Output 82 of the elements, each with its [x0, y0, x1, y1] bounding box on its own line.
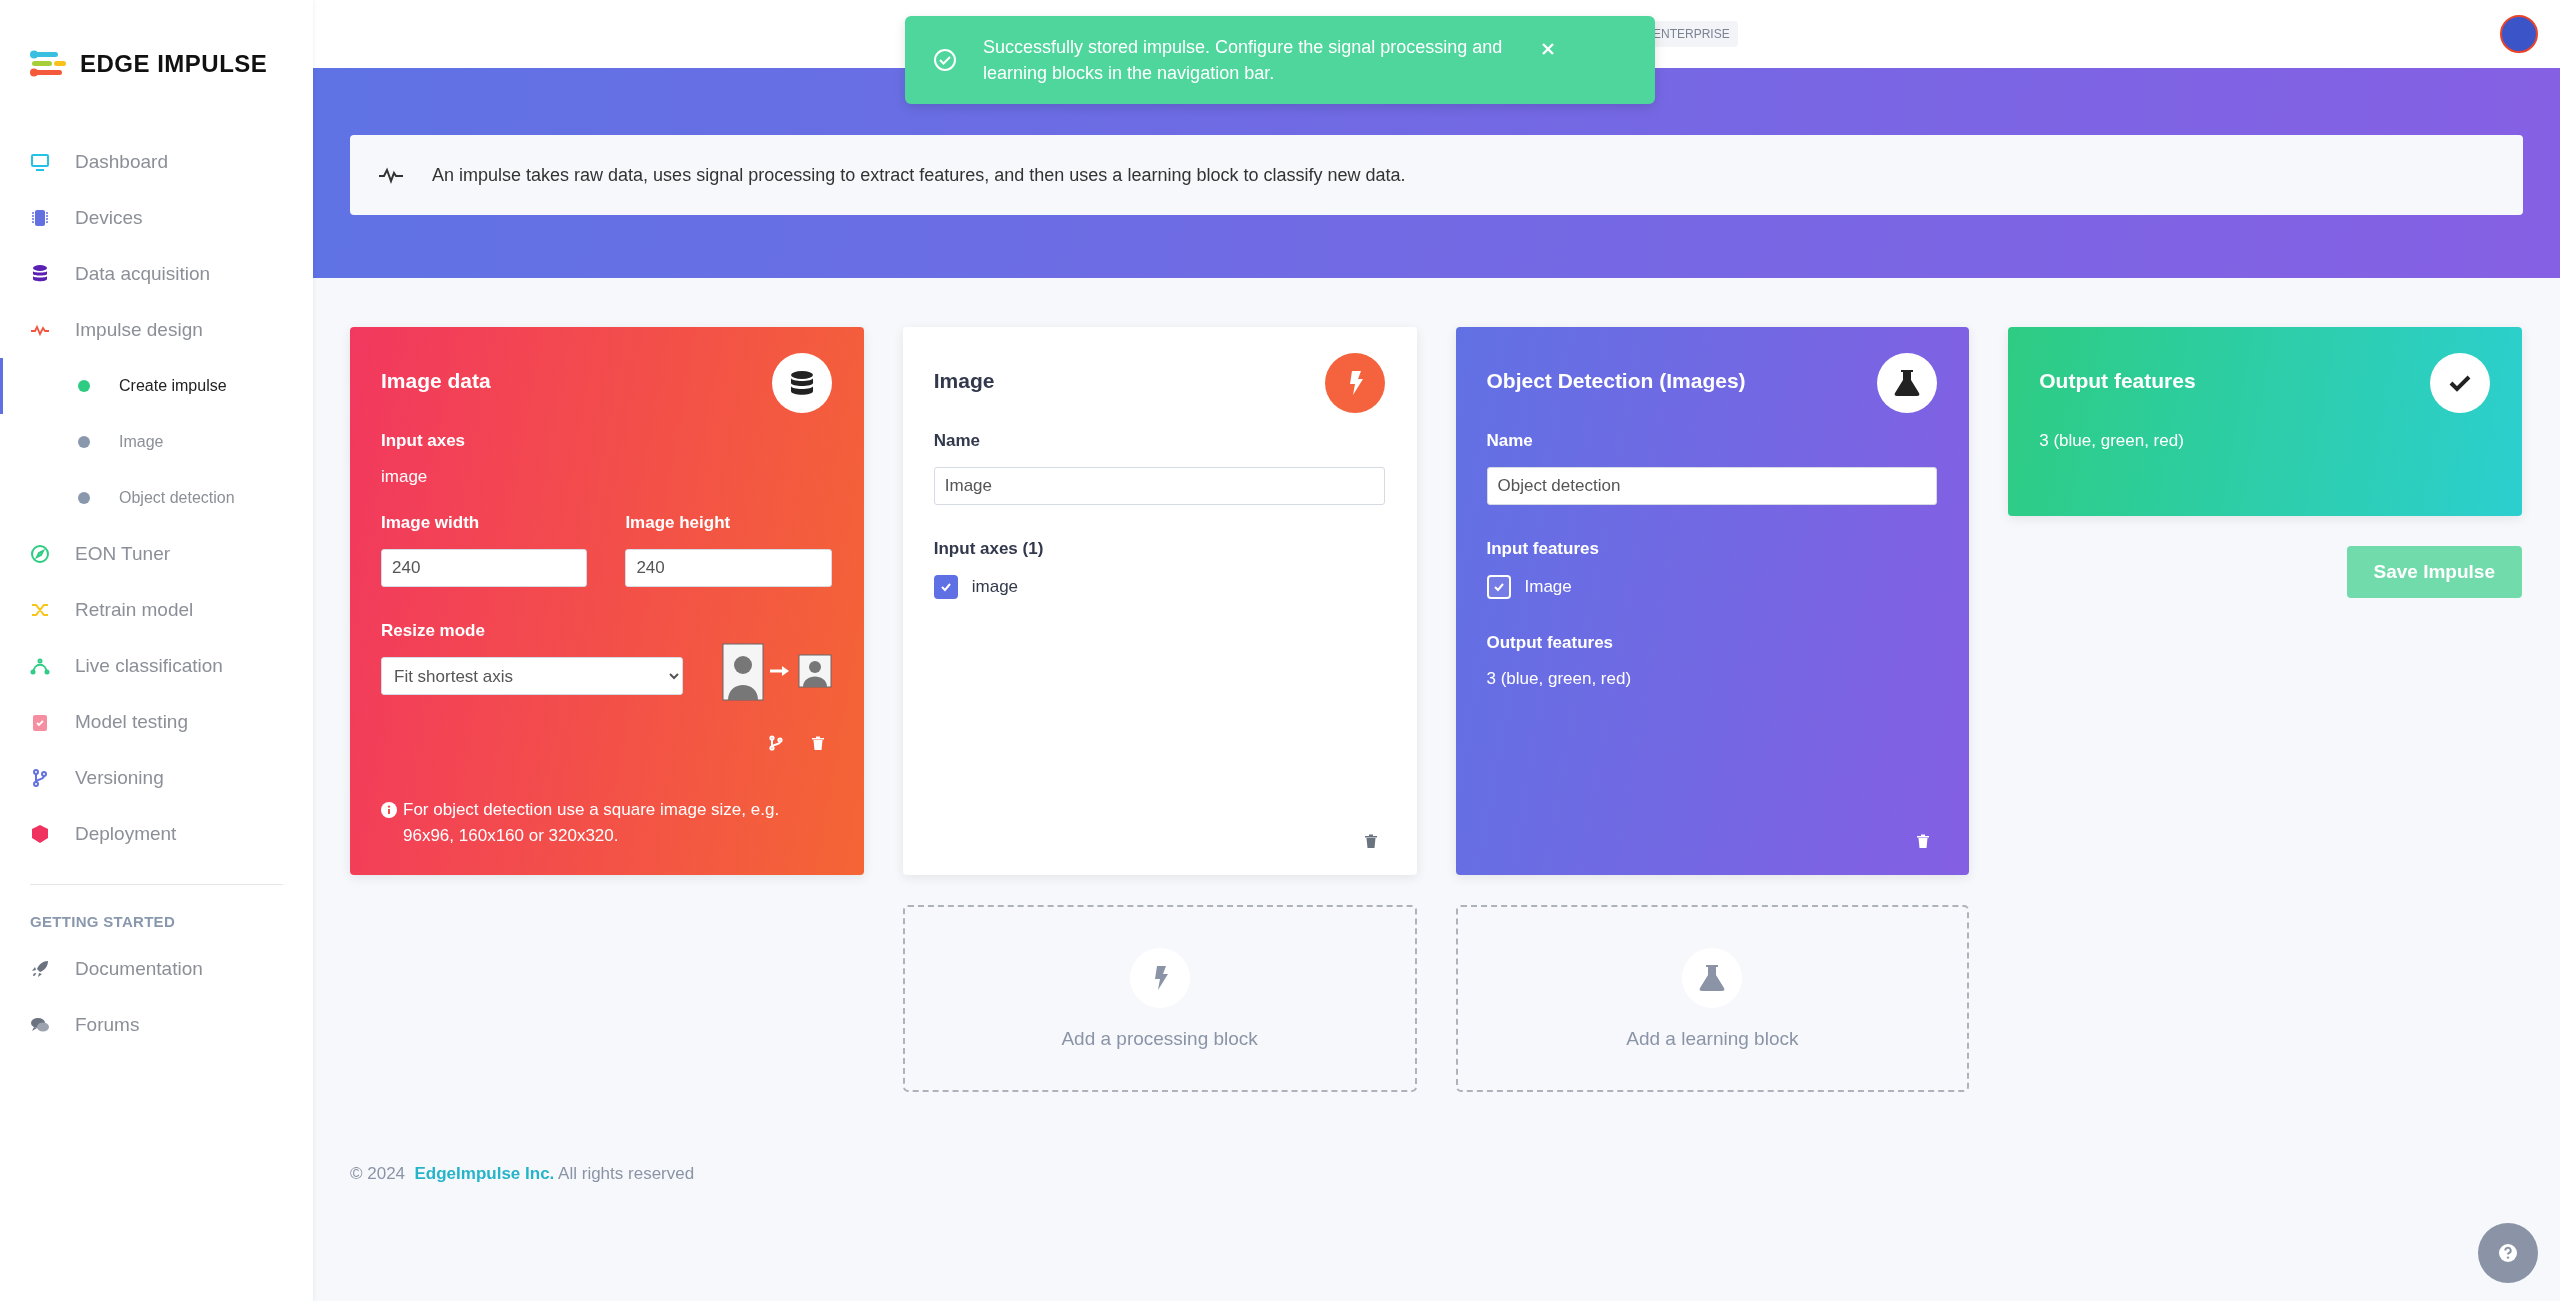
checkbox-label: image [971, 577, 1019, 597]
sidebar-item[interactable]: Forums [0, 997, 313, 1053]
field-label: Output features [1486, 633, 1615, 653]
dot-icon [77, 491, 91, 505]
nav-icon [30, 544, 50, 564]
save-impulse-button[interactable]: Save Impulse [2346, 546, 2522, 598]
output-value: 3 (blue, green, red) [1486, 669, 1633, 689]
field-label: Input axes [381, 431, 467, 451]
help-icon [2498, 1243, 2518, 1263]
sidebar-subitem[interactable]: Image [0, 414, 313, 470]
nav-icon [30, 152, 50, 172]
sidebar-item[interactable]: Deployment [0, 806, 313, 862]
toast-message: Successfully stored impulse. Configure the signal processing and learning blocks in the navigation bar. [983, 36, 1504, 85]
brand-name: EDGE IMPULSE [80, 50, 268, 78]
sidebar-item[interactable]: Live classification [0, 638, 313, 694]
section-heading: GETTING STARTED [29, 911, 177, 932]
check-icon [2430, 353, 2490, 413]
field-label: Name [1486, 431, 1534, 451]
add-block-label: Add a processing block [1061, 1027, 1258, 1050]
card-title: Output features [2039, 368, 2196, 393]
lightning-icon [1129, 947, 1190, 1008]
sidebar-subitem[interactable]: Object detection [0, 470, 313, 526]
field-label: Image width [381, 513, 481, 533]
card-title: Object Detection (Images) [1486, 368, 1746, 393]
flask-icon [1877, 353, 1938, 413]
nav-icon [30, 656, 50, 676]
sidebar-item[interactable]: Dashboard [0, 134, 313, 190]
branch-icon[interactable] [767, 735, 784, 751]
close-icon [1541, 42, 1555, 56]
checkbox[interactable] [933, 575, 958, 599]
field-label: Name [933, 431, 982, 451]
nav-icon [30, 712, 50, 732]
sidebar-subitem[interactable]: Create impulse [0, 358, 313, 414]
resize-mode-select[interactable]: Fit shortest axis [381, 657, 683, 695]
copyright-text: © 2024 EdgeImpulse Inc. All rights reserved [350, 1164, 696, 1184]
info-icon [381, 802, 397, 818]
nav-icon [30, 208, 50, 228]
database-icon [771, 353, 832, 413]
axes-value: image [381, 467, 429, 487]
pulse-icon [378, 166, 404, 184]
trash-icon[interactable] [1362, 833, 1379, 849]
sidebar-item[interactable]: Impulse design [0, 302, 313, 358]
output-value: 3 (blue, green, red) [2039, 431, 2185, 451]
note-text: For object detection use a square image size, e.g. 96x96, 160x160 or 320x320. [403, 799, 781, 847]
trash-icon[interactable] [1915, 833, 1932, 849]
sidebar-item[interactable]: Devices [0, 190, 313, 246]
field-label: Resize mode [381, 621, 486, 641]
info-text: An impulse takes raw data, uses signal processing to extract features, and then uses a learning block to classify new data. [432, 164, 1406, 186]
field-label: Image height [625, 513, 732, 533]
card-title: Image [933, 368, 995, 393]
card-title: Image data [381, 368, 491, 393]
company-link[interactable]: EdgeImpulse Inc. [414, 1164, 555, 1183]
name-input[interactable]: Image [933, 467, 1385, 505]
height-input[interactable]: 240 [625, 549, 832, 587]
sidebar-item[interactable]: Retrain model [0, 582, 313, 638]
flask-icon [1682, 947, 1743, 1008]
checkmark-icon [939, 581, 952, 593]
checkmark-icon [1492, 581, 1505, 593]
help-button[interactable] [2478, 1223, 2538, 1283]
dot-icon [77, 435, 91, 449]
trash-icon[interactable] [809, 735, 826, 751]
nav-icon [30, 824, 50, 844]
field-label: Input features [1486, 539, 1600, 559]
dot-icon [77, 379, 91, 393]
name-input[interactable]: Object detection [1486, 467, 1938, 505]
nav-icon [30, 768, 50, 788]
field-label: Input axes (1) [933, 539, 1045, 559]
lightning-icon [1324, 353, 1385, 413]
add-block-panel[interactable]: Add a processing block [902, 905, 1417, 1092]
nav-icon [30, 264, 50, 284]
sidebar-item[interactable]: Documentation [0, 941, 313, 997]
sidebar-item[interactable]: Model testing [0, 694, 313, 750]
sidebar-item[interactable]: Versioning [0, 750, 313, 806]
sidebar-item[interactable]: EON Tuner [0, 526, 313, 582]
avatar[interactable] [2500, 15, 2538, 53]
width-input[interactable]: 240 [381, 549, 588, 587]
checkbox-label: Image [1524, 577, 1572, 597]
rocket-icon [30, 959, 50, 979]
check-circle-icon [933, 48, 957, 72]
sidebar-item[interactable]: Data acquisition [0, 246, 313, 302]
add-block-label: Add a learning block [1626, 1027, 1799, 1050]
add-block-panel[interactable]: Add a learning block [1455, 905, 1970, 1092]
